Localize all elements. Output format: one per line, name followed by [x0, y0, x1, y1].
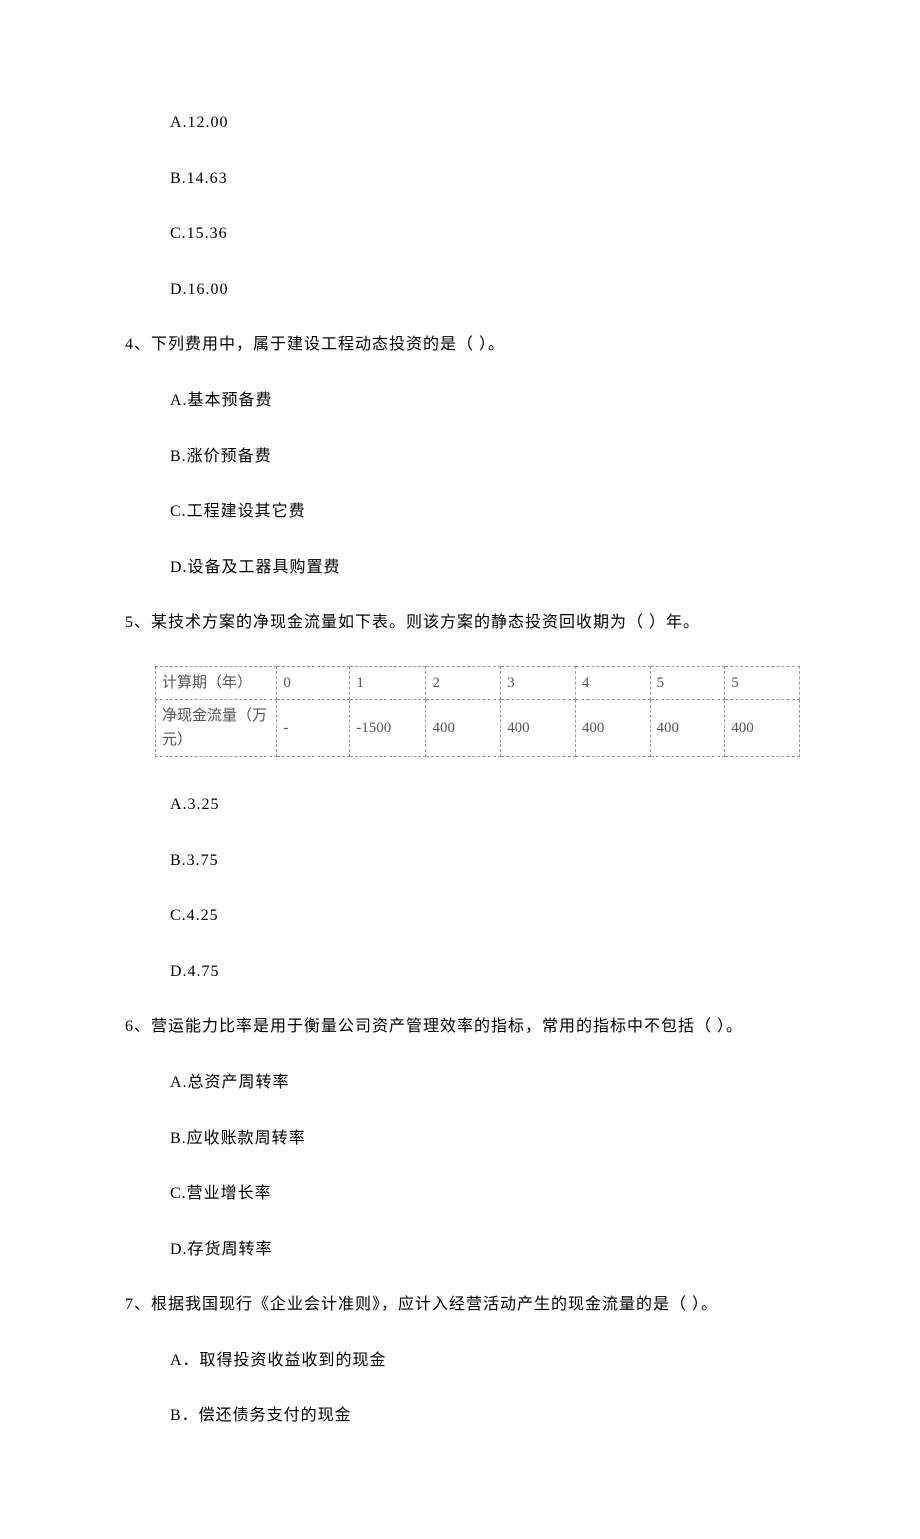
- q6-option-a: A.总资产周转率: [170, 1070, 800, 1096]
- table-cell: 计算期（年）: [156, 666, 277, 699]
- q7-text: 7、根据我国现行《企业会计准则》，应计入经营活动产生的现金流量的是（ ）。: [125, 1292, 800, 1318]
- table-cell: 400: [575, 699, 650, 756]
- q3-option-c: C.15.36: [170, 221, 800, 247]
- q3-option-a: A.12.00: [170, 110, 800, 136]
- q4-option-d: D.设备及工器具购置费: [170, 555, 800, 581]
- q5-text: 5、某技术方案的净现金流量如下表。则该方案的静态投资回收期为（ ）年。: [125, 610, 800, 636]
- q4-option-b: B.涨价预备费: [170, 444, 800, 470]
- q5-option-c: C.4.25: [170, 903, 800, 929]
- table-cell: 400: [426, 699, 501, 756]
- table-cell: 0: [277, 666, 350, 699]
- q4-text: 4、下列费用中，属于建设工程动态投资的是（ ）。: [125, 332, 800, 358]
- table-cell: 1: [350, 666, 426, 699]
- q4-option-c: C.工程建设其它费: [170, 499, 800, 525]
- table-cell: 2: [426, 666, 501, 699]
- table-cell: 3: [501, 666, 576, 699]
- q7-option-a: A．取得投资收益收到的现金: [170, 1348, 800, 1374]
- q6-option-c: C.营业增长率: [170, 1181, 800, 1207]
- table-row: 计算期（年） 0 1 2 3 4 5 5: [156, 666, 800, 699]
- table-cell: -: [277, 699, 350, 756]
- q5-option-a: A.3.25: [170, 792, 800, 818]
- table-cell: 净现金流量（万元）: [156, 699, 277, 756]
- q6-option-d: D.存货周转率: [170, 1237, 800, 1263]
- q6-text: 6、营运能力比率是用于衡量公司资产管理效率的指标，常用的指标中不包括（ ）。: [125, 1014, 800, 1040]
- table-row: 净现金流量（万元） - -1500 400 400 400 400 400: [156, 699, 800, 756]
- q4-option-a: A.基本预备费: [170, 388, 800, 414]
- q3-option-d: D.16.00: [170, 277, 800, 303]
- q3-option-b: B.14.63: [170, 166, 800, 192]
- table-cell: 400: [650, 699, 725, 756]
- table-cell: 5: [725, 666, 800, 699]
- q5-table: 计算期（年） 0 1 2 3 4 5 5 净现金流量（万元） - -1500 4…: [155, 666, 800, 757]
- q5-option-b: B.3.75: [170, 848, 800, 874]
- q5-option-d: D.4.75: [170, 959, 800, 985]
- table-cell: -1500: [350, 699, 426, 756]
- table-cell: 5: [650, 666, 725, 699]
- table-cell: 400: [725, 699, 800, 756]
- table-cell: 400: [501, 699, 576, 756]
- q6-option-b: B.应收账款周转率: [170, 1126, 800, 1152]
- table-cell: 4: [575, 666, 650, 699]
- q7-option-b: B．偿还债务支付的现金: [170, 1403, 800, 1429]
